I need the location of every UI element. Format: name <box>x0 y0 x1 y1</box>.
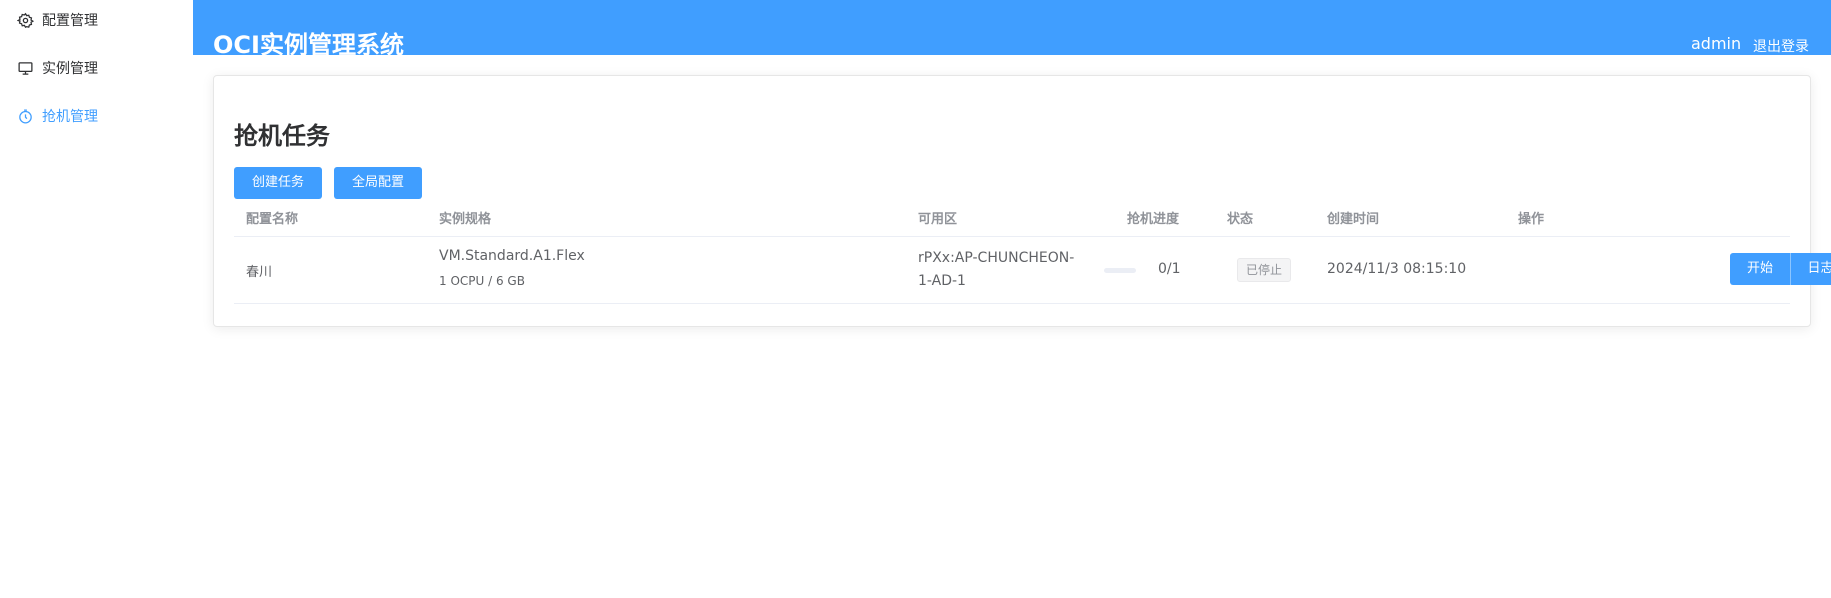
created-time: 2024/11/3 08:15:10 <box>1327 261 1467 277</box>
gear-icon <box>16 11 34 29</box>
stopwatch-icon <box>16 107 34 125</box>
column-header: 创建时间 <box>1327 212 1380 227</box>
sidebar: 配置管理 实例管理 抢机管理 <box>0 0 193 598</box>
instance-shape: VM.Standard.A1.Flex <box>439 248 585 264</box>
config-name: 春川 <box>246 265 273 280</box>
start-button[interactable]: 开始 <box>1730 253 1790 285</box>
page-title: 抢机任务 <box>234 122 330 150</box>
app-header: OCI实例管理系统 admin 退出登录 <box>193 0 1831 55</box>
sidebar-item-grab[interactable]: 抢机管理 <box>16 104 98 128</box>
table-header: 配置名称 实例规格 可用区 抢机进度 状态 创建时间 操作 <box>234 204 1790 237</box>
sidebar-item-label: 抢机管理 <box>42 109 98 125</box>
logout-link[interactable]: 退出登录 <box>1753 36 1809 55</box>
app-title: OCI实例管理系统 <box>213 31 404 55</box>
progress-text: 0/1 <box>1158 261 1181 277</box>
sidebar-item-label: 实例管理 <box>42 61 98 77</box>
sidebar-item-label: 配置管理 <box>42 13 98 29</box>
global-config-button[interactable]: 全局配置 <box>334 167 422 199</box>
table-row: 春川 VM.Standard.A1.Flex 1 OCPU / 6 GB rPX… <box>234 237 1831 304</box>
instance-shape-detail: 1 OCPU / 6 GB <box>439 274 525 288</box>
column-header: 可用区 <box>918 212 958 227</box>
column-header: 配置名称 <box>246 212 299 227</box>
user-name: admin <box>1691 34 1742 53</box>
availability-zone-line2: 1-AD-1 <box>918 273 966 289</box>
task-table: 配置名称 实例规格 可用区 抢机进度 状态 创建时间 操作 春川 VM.Stan… <box>234 204 1831 304</box>
monitor-icon <box>16 59 34 77</box>
column-header: 状态 <box>1227 212 1254 227</box>
status-badge: 已停止 <box>1237 258 1292 282</box>
task-card: 抢机任务 创建任务 全局配置 配置名称 实例规格 可用区 抢机进度 状态 创建时… <box>213 75 1831 327</box>
sidebar-item-instances[interactable]: 实例管理 <box>16 56 98 80</box>
progress-bar <box>1104 268 1136 273</box>
create-task-button[interactable]: 创建任务 <box>234 167 322 199</box>
column-header: 操作 <box>1518 212 1545 227</box>
availability-zone-line1: rPXx:AP-CHUNCHEON- <box>918 250 1075 266</box>
column-header: 抢机进度 <box>1127 212 1180 227</box>
sidebar-item-config[interactable]: 配置管理 <box>16 8 98 32</box>
log-button[interactable]: 日志 <box>1790 253 1831 285</box>
column-header: 实例规格 <box>439 212 492 227</box>
